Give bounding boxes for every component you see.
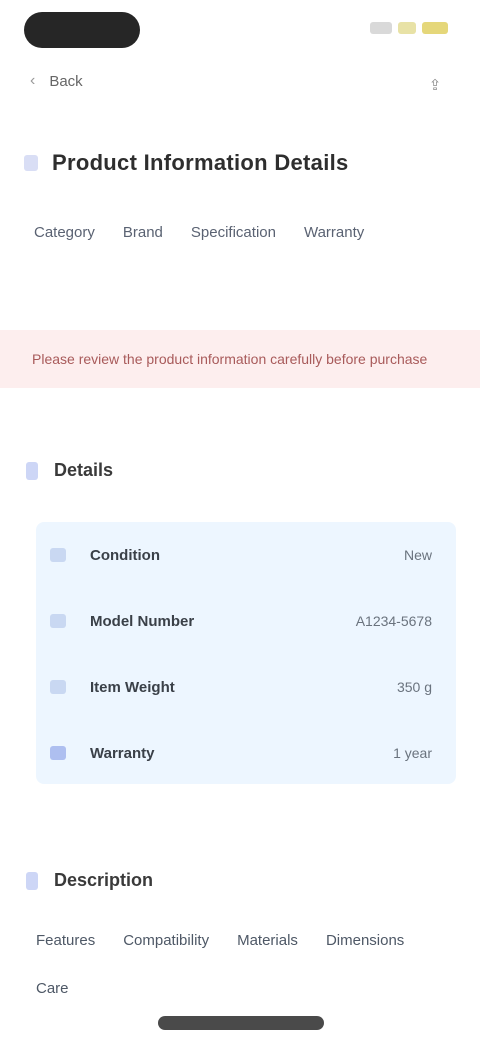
status-icons bbox=[370, 22, 448, 34]
description-link[interactable]: Compatibility bbox=[123, 930, 209, 952]
status-bar bbox=[0, 0, 480, 60]
detail-value: New bbox=[403, 547, 432, 563]
share-button[interactable]: ⇪ bbox=[420, 74, 450, 96]
back-label: Back bbox=[49, 72, 83, 90]
description-link[interactable]: Dimensions bbox=[326, 930, 404, 952]
detail-row[interactable]: Item Weight 350 g bbox=[36, 654, 456, 720]
section-title: Description bbox=[54, 870, 154, 890]
detail-label: Model Number bbox=[90, 612, 195, 630]
alert-text: Please review the product information ca… bbox=[32, 351, 428, 367]
description-link[interactable]: Care bbox=[36, 978, 69, 1000]
detail-row[interactable]: Condition New bbox=[36, 522, 456, 588]
warranty-icon bbox=[50, 746, 66, 760]
section-accent-icon bbox=[26, 461, 38, 480]
details-list: Condition New Model Number A1234-5678 It… bbox=[36, 522, 456, 784]
detail-label: Condition bbox=[90, 546, 160, 564]
description-links: Features Compatibility Materials Dimensi… bbox=[36, 930, 456, 1000]
tag-list: Category Brand Specification Warranty bbox=[34, 222, 454, 244]
detail-label: Warranty bbox=[90, 744, 155, 762]
detail-value: 350 g bbox=[396, 679, 432, 695]
back-button[interactable]: ‹ Back bbox=[30, 72, 83, 90]
navigation-bar: ‹ Back ⇪ bbox=[0, 60, 480, 110]
signal-icon bbox=[370, 22, 392, 34]
model-icon bbox=[50, 614, 66, 628]
page-title: Product Information Details bbox=[52, 150, 349, 175]
home-indicator[interactable] bbox=[158, 1016, 324, 1030]
section-title: Details bbox=[54, 460, 114, 480]
title-row: Product Information Details bbox=[24, 150, 464, 176]
section-accent-icon bbox=[26, 871, 38, 890]
description-link[interactable]: Features bbox=[36, 930, 95, 952]
battery-icon bbox=[422, 22, 448, 34]
chevron-left-icon: ‹ bbox=[30, 72, 36, 89]
weight-icon bbox=[50, 680, 66, 694]
detail-value: A1234-5678 bbox=[355, 613, 432, 629]
description-link[interactable]: Materials bbox=[237, 930, 298, 952]
detail-value: 1 year bbox=[393, 745, 432, 761]
condition-icon bbox=[50, 548, 66, 562]
dynamic-island bbox=[24, 12, 140, 48]
title-accent-icon bbox=[24, 155, 38, 171]
wifi-icon bbox=[398, 22, 416, 34]
details-header: Details bbox=[26, 460, 113, 481]
tag-item[interactable]: Warranty bbox=[304, 222, 364, 244]
detail-label: Item Weight bbox=[90, 678, 175, 696]
share-icon: ⇪ bbox=[428, 77, 442, 94]
detail-row[interactable]: Warranty 1 year bbox=[36, 720, 456, 786]
description-header: Description bbox=[26, 870, 153, 891]
tag-item[interactable]: Specification bbox=[191, 222, 276, 244]
alert-banner: Please review the product information ca… bbox=[0, 330, 480, 388]
detail-row[interactable]: Model Number A1234-5678 bbox=[36, 588, 456, 654]
tag-item[interactable]: Category bbox=[34, 222, 95, 244]
tag-item[interactable]: Brand bbox=[123, 222, 163, 244]
